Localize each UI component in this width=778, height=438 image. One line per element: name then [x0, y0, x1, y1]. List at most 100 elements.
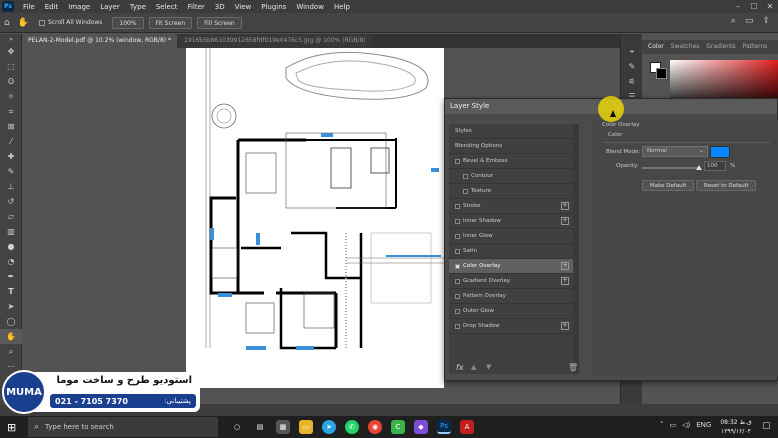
menu-file[interactable]: File — [18, 3, 40, 11]
stamp-tool-icon[interactable]: ⊥ — [0, 179, 22, 194]
fill-screen-button[interactable]: Fill Screen — [197, 16, 242, 29]
file-explorer-icon[interactable]: ▭ — [299, 420, 313, 434]
style-item-contour[interactable]: Contour — [449, 169, 573, 184]
network-icon[interactable]: ▭ — [670, 421, 677, 429]
style-item-texture[interactable]: Texture — [449, 184, 573, 199]
telegram-icon[interactable]: ➤ — [322, 420, 336, 434]
checkbox-icon[interactable] — [455, 248, 460, 254]
eyedropper-tool-icon[interactable]: ⁄ — [0, 134, 22, 149]
menu-3d[interactable]: 3D — [210, 3, 230, 11]
checkbox-icon[interactable] — [455, 278, 460, 284]
make-default-button[interactable]: Make Default — [642, 180, 695, 191]
background-color-swatch[interactable] — [656, 68, 667, 79]
menu-help[interactable]: Help — [329, 3, 355, 11]
opacity-input[interactable]: 100 — [704, 161, 726, 171]
tab-patterns[interactable]: Patterns — [743, 40, 768, 54]
add-effect-icon[interactable]: + — [561, 262, 569, 270]
chrome-icon[interactable]: ◉ — [368, 420, 382, 434]
cortana-icon[interactable]: ○ — [230, 420, 244, 434]
minimize-icon[interactable]: – — [730, 0, 746, 13]
zoom-tool-icon[interactable]: ⌕ — [0, 344, 22, 359]
checkbox-icon[interactable] — [455, 308, 460, 314]
collapse-icon[interactable]: » — [0, 34, 22, 44]
trash-icon[interactable]: 🗑 — [568, 363, 578, 372]
tab-gradients[interactable]: Gradients — [706, 40, 735, 54]
close-icon[interactable]: ✕ — [762, 0, 778, 13]
search-icon[interactable]: ⌕ — [731, 16, 736, 26]
checkbox-icon[interactable] — [455, 263, 460, 269]
menu-window[interactable]: Window — [291, 3, 329, 11]
magic-wand-tool-icon[interactable]: ✧ — [0, 89, 22, 104]
camtasia-icon[interactable]: C — [391, 420, 405, 434]
maximize-icon[interactable]: ☐ — [746, 0, 762, 13]
dodge-tool-icon[interactable]: ◔ — [0, 254, 22, 269]
style-item-drop-shadow[interactable]: Drop Shadow + — [449, 319, 573, 334]
checkbox-icon[interactable] — [455, 293, 460, 299]
menu-image[interactable]: Image — [63, 3, 95, 11]
frame-tool-icon[interactable]: ⊠ — [0, 119, 22, 134]
move-tool-icon[interactable]: ✥ — [0, 44, 22, 59]
fx-icon[interactable]: fx — [456, 363, 464, 372]
crop-tool-icon[interactable]: ⌗ — [0, 104, 22, 119]
menu-select[interactable]: Select — [151, 3, 183, 11]
tab-jpg-image[interactable]: 1916b5b861039912658fdf019e0476c5.jpg @ 1… — [178, 34, 372, 48]
type-tool-icon[interactable]: T — [0, 284, 22, 299]
zoom-100-button[interactable]: 100% — [112, 16, 144, 29]
reset-to-default-button[interactable]: Reset to Default — [696, 180, 757, 191]
layer-style-scrollbar[interactable] — [573, 124, 579, 374]
tab-swatches[interactable]: Swatches — [671, 40, 700, 54]
workspace-icon[interactable]: ▭ — [745, 16, 754, 26]
move-up-icon[interactable]: ▲ — [471, 363, 476, 371]
add-effect-icon[interactable]: + — [561, 277, 569, 285]
autocad-icon[interactable]: A — [460, 420, 474, 434]
menu-view[interactable]: View — [230, 3, 257, 11]
lasso-tool-icon[interactable]: ʘ — [0, 74, 22, 89]
hand-tool-icon[interactable]: ✋ — [0, 329, 22, 344]
gradient-tool-icon[interactable]: ▥ — [0, 224, 22, 239]
move-down-icon[interactable]: ▼ — [486, 363, 491, 371]
path-selection-tool-icon[interactable]: ➤ — [0, 299, 22, 314]
healing-brush-tool-icon[interactable]: ✚ — [0, 149, 22, 164]
style-item-inner-glow[interactable]: Inner Glow — [449, 229, 573, 244]
brushes-panel-icon[interactable]: ✎ — [621, 59, 643, 74]
checkbox-icon[interactable] — [455, 203, 460, 209]
document-canvas[interactable] — [186, 48, 444, 388]
add-effect-icon[interactable]: + — [561, 202, 569, 210]
add-effect-icon[interactable]: + — [561, 322, 569, 330]
opacity-slider[interactable] — [642, 167, 700, 169]
history-panel-icon[interactable]: ⌖ — [621, 44, 643, 59]
eraser-tool-icon[interactable]: ▱ — [0, 209, 22, 224]
tab-pelan-pdf[interactable]: PELAN-2-Model.pdf @ 10.2% (window, RGB/8… — [22, 34, 178, 48]
task-view-icon[interactable]: ▤ — [253, 420, 267, 434]
checkbox-icon[interactable] — [463, 188, 468, 194]
taskbar-search[interactable]: ⌕ Type here to search — [28, 417, 218, 437]
menu-filter[interactable]: Filter — [182, 3, 209, 11]
brush-tool-icon[interactable]: ✎ — [0, 164, 22, 179]
menu-type[interactable]: Type — [125, 3, 151, 11]
style-item-gradient-overlay[interactable]: Gradient Overlay + — [449, 274, 573, 289]
whatsapp-icon[interactable]: ✆ — [345, 420, 359, 434]
marquee-tool-icon[interactable]: ⬚ — [0, 59, 22, 74]
blur-tool-icon[interactable]: ● — [0, 239, 22, 254]
style-item-blending-options[interactable]: Blending Options — [449, 139, 573, 154]
menu-edit[interactable]: Edit — [40, 3, 64, 11]
checkbox-icon[interactable] — [455, 218, 460, 224]
hand-tool-icon[interactable]: ✋ — [18, 18, 29, 28]
tray-chevron-icon[interactable]: ˄ — [660, 421, 664, 429]
checkbox-icon[interactable] — [463, 173, 468, 179]
checkbox-icon[interactable] — [455, 233, 460, 239]
scroll-all-windows-checkbox[interactable]: Scroll All Windows — [38, 19, 102, 26]
menu-plugins[interactable]: Plugins — [256, 3, 291, 11]
shape-tool-icon[interactable]: ◯ — [0, 314, 22, 329]
style-item-outer-glow[interactable]: Outer Glow — [449, 304, 573, 319]
share-icon[interactable]: ⇪ — [762, 16, 770, 26]
notifications-icon[interactable]: ▢ — [762, 421, 771, 431]
style-item-color-overlay[interactable]: Color Overlay + — [449, 259, 573, 274]
style-item-bevel-emboss[interactable]: Bevel & Emboss — [449, 154, 573, 169]
style-item-inner-shadow[interactable]: Inner Shadow + — [449, 214, 573, 229]
app-icon[interactable]: ◆ — [414, 420, 428, 434]
add-effect-icon[interactable]: + — [561, 217, 569, 225]
style-item-styles[interactable]: Styles — [449, 124, 573, 139]
style-item-satin[interactable]: Satin — [449, 244, 573, 259]
pen-tool-icon[interactable]: ✒ — [0, 269, 22, 284]
